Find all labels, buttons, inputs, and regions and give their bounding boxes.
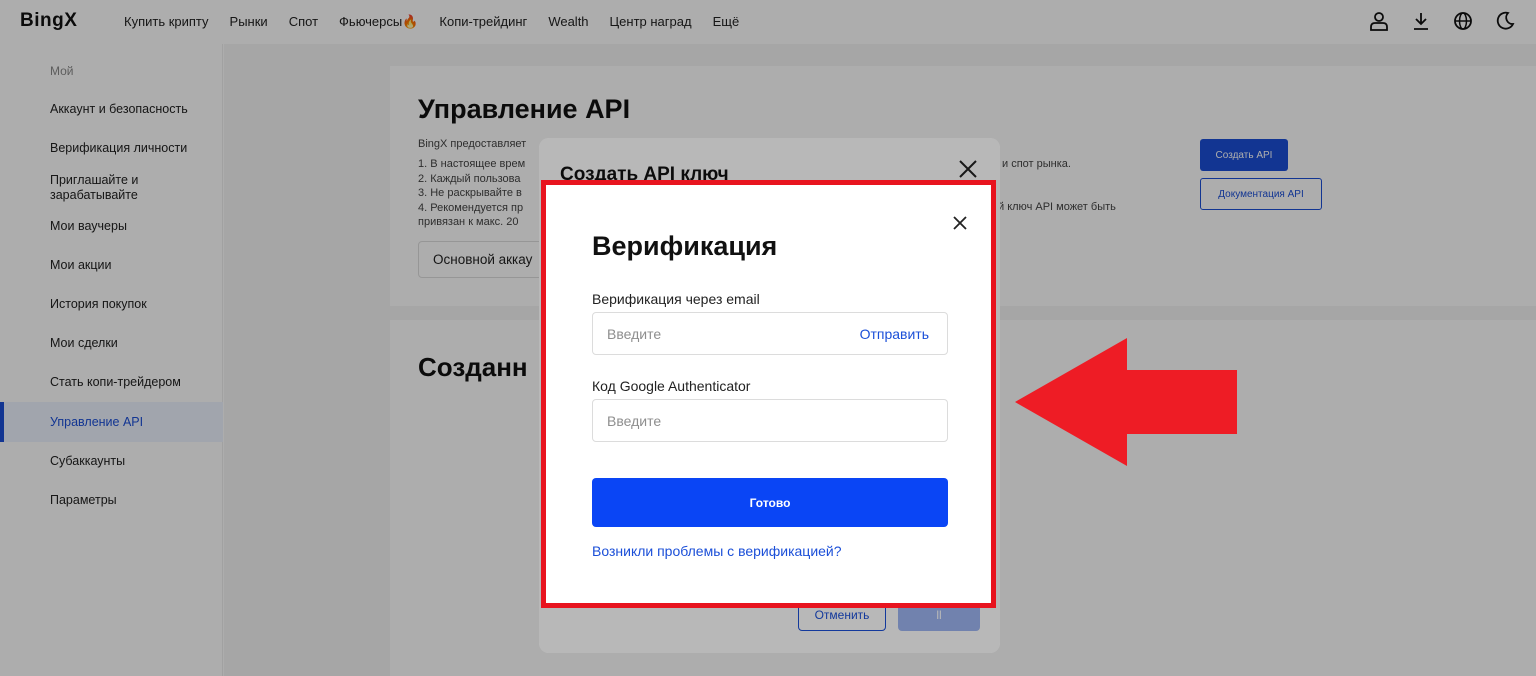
- google-authenticator-label: Код Google Authenticator: [592, 378, 751, 394]
- submit-button[interactable]: Готово: [592, 478, 948, 527]
- send-code-button[interactable]: Отправить: [860, 326, 929, 342]
- verification-modal: Верификация Верификация через email Отпр…: [541, 180, 996, 608]
- close-icon[interactable]: [950, 213, 970, 233]
- google-authenticator-input[interactable]: [593, 400, 947, 441]
- red-arrow-icon: [1015, 338, 1237, 466]
- verification-title: Верификация: [592, 231, 778, 261]
- verification-help-link[interactable]: Возникли проблемы с верификацией?: [592, 543, 842, 559]
- email-verification-label: Верификация через email: [592, 291, 760, 307]
- google-authenticator-field: [592, 399, 948, 442]
- email-code-field: Отправить: [592, 312, 948, 355]
